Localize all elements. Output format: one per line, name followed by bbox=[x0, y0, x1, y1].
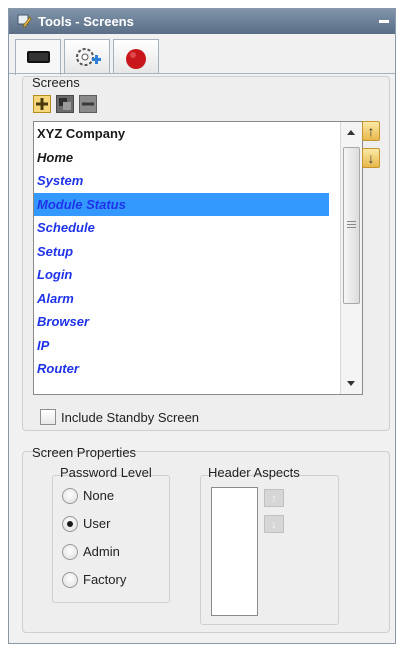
list-scrollbar[interactable] bbox=[340, 122, 362, 394]
screens-group-label: Screens bbox=[32, 75, 80, 90]
screen-properties-label: Screen Properties bbox=[32, 445, 137, 460]
tab-strip bbox=[9, 34, 395, 75]
list-item[interactable]: IP bbox=[34, 334, 329, 357]
move-up-button[interactable]: ↑ bbox=[362, 121, 380, 141]
tab-screens[interactable] bbox=[15, 39, 61, 75]
list-item-selected[interactable]: Module Status bbox=[34, 192, 329, 216]
header-move-down-button[interactable]: ↓ bbox=[264, 515, 284, 533]
header-aspects-label: Header Aspects bbox=[208, 465, 300, 480]
tools-screens-panel: Tools - Screens Screens XYZ Company Home… bbox=[8, 8, 396, 644]
radio-factory-label: Factory bbox=[83, 572, 127, 587]
screens-list[interactable]: XYZ Company Home System Module Status Sc… bbox=[33, 121, 363, 395]
include-standby-label: Include Standby Screen bbox=[61, 410, 200, 425]
window-title: Tools - Screens bbox=[38, 14, 134, 29]
radio-admin-label: Admin bbox=[83, 544, 120, 559]
tab-record[interactable] bbox=[113, 39, 159, 74]
gear-add-icon bbox=[76, 48, 101, 66]
add-screen-button[interactable] bbox=[33, 95, 51, 113]
list-item[interactable]: Home bbox=[34, 146, 329, 169]
list-item[interactable]: Schedule bbox=[34, 216, 329, 239]
arrow-up-icon: ↑ bbox=[367, 123, 375, 139]
scroll-down-arrow-icon[interactable] bbox=[346, 380, 356, 388]
header-aspects-list[interactable] bbox=[211, 487, 258, 616]
password-level-label: Password Level bbox=[60, 465, 152, 480]
title-bar: Tools - Screens bbox=[9, 9, 395, 34]
list-item[interactable]: Browser bbox=[34, 310, 329, 333]
monitor-icon bbox=[27, 51, 50, 63]
record-icon bbox=[126, 49, 146, 69]
scroll-up-arrow-icon[interactable] bbox=[346, 128, 356, 136]
list-item[interactable]: Setup bbox=[34, 240, 329, 263]
remove-screen-button[interactable] bbox=[79, 95, 97, 113]
list-item[interactable]: Alarm bbox=[34, 287, 329, 310]
radio-none[interactable] bbox=[62, 488, 78, 504]
header-move-up-button[interactable]: ↑ bbox=[264, 489, 284, 507]
radio-admin[interactable] bbox=[62, 544, 78, 560]
radio-none-label: None bbox=[83, 488, 115, 503]
arrow-down-icon: ↓ bbox=[367, 150, 375, 166]
radio-user-label: User bbox=[83, 516, 111, 531]
radio-user[interactable] bbox=[62, 516, 78, 532]
include-standby-checkbox[interactable] bbox=[40, 409, 56, 425]
tab-baseline bbox=[9, 73, 395, 74]
list-item[interactable]: Login bbox=[34, 263, 329, 286]
scrollbar-thumb[interactable] bbox=[343, 147, 360, 304]
list-item[interactable]: System bbox=[34, 169, 329, 192]
arrow-down-icon: ↓ bbox=[271, 517, 277, 531]
arrow-up-icon: ↑ bbox=[271, 491, 277, 505]
tab-settings[interactable] bbox=[64, 39, 110, 74]
list-item[interactable]: XYZ Company bbox=[34, 122, 329, 145]
minimize-button[interactable] bbox=[379, 20, 389, 23]
tools-icon bbox=[17, 14, 32, 28]
radio-factory[interactable] bbox=[62, 572, 78, 588]
move-down-button[interactable]: ↓ bbox=[362, 148, 380, 168]
list-item[interactable]: Router bbox=[34, 357, 329, 380]
copy-screen-button[interactable] bbox=[56, 95, 74, 113]
